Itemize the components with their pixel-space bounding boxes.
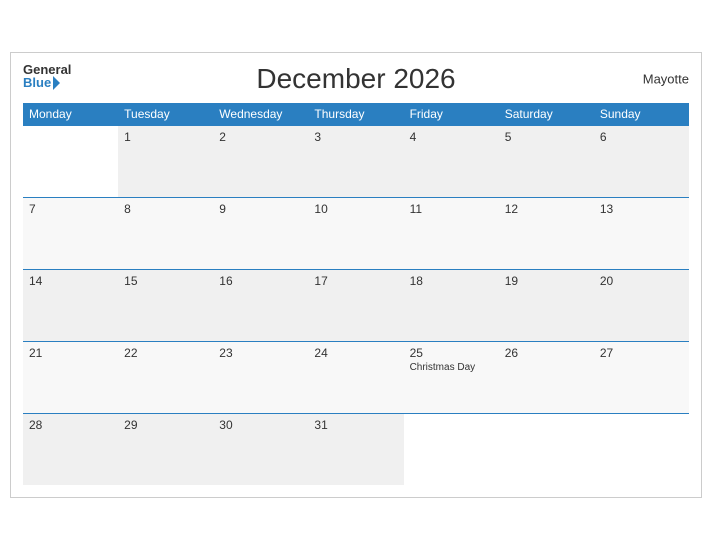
day-number: 5	[505, 130, 588, 144]
calendar-cell	[23, 125, 118, 197]
calendar-wrapper: General Blue December 2026 Mayotte Monda…	[10, 52, 702, 499]
calendar-week-5: 28 29 30 31	[23, 413, 689, 485]
calendar-cell: 2	[213, 125, 308, 197]
header-sunday: Sunday	[594, 103, 689, 126]
calendar-cell: 11	[404, 197, 499, 269]
header-tuesday: Tuesday	[118, 103, 213, 126]
logo-blue-text: Blue	[23, 76, 71, 90]
calendar-week-4: 21 22 23 24 25 Christmas Day 26 27	[23, 341, 689, 413]
header-friday: Friday	[404, 103, 499, 126]
day-number: 11	[410, 202, 493, 216]
calendar-cell: 22	[118, 341, 213, 413]
day-number: 25	[410, 346, 493, 360]
calendar-cell: 3	[308, 125, 403, 197]
day-number: 22	[124, 346, 207, 360]
calendar-week-2: 789 10 11 12 13	[23, 197, 689, 269]
calendar-cell	[404, 413, 499, 485]
calendar-cell: 31	[308, 413, 403, 485]
day-number: 21	[29, 346, 112, 360]
day-number: 7	[29, 202, 112, 216]
calendar-cell: 18	[404, 269, 499, 341]
day-number: 16	[219, 274, 302, 288]
day-number: 26	[505, 346, 588, 360]
day-number: 4	[410, 130, 493, 144]
calendar-cell: 29	[118, 413, 213, 485]
calendar-cell: 26	[499, 341, 594, 413]
day-number: 2	[219, 130, 302, 144]
day-number: 31	[314, 418, 397, 432]
day-number: 10	[314, 202, 397, 216]
calendar-cell: 23	[213, 341, 308, 413]
calendar-grid: Monday Tuesday Wednesday Thursday Friday…	[23, 103, 689, 486]
calendar-cell: 19	[499, 269, 594, 341]
calendar-cell: 25 Christmas Day	[404, 341, 499, 413]
calendar-cell: 20	[594, 269, 689, 341]
day-number: 23	[219, 346, 302, 360]
calendar-cell: 6	[594, 125, 689, 197]
calendar-cell: 14	[23, 269, 118, 341]
calendar-week-3: 14 15 16 17 18 19 20	[23, 269, 689, 341]
calendar-header: General Blue December 2026 Mayotte	[23, 63, 689, 95]
calendar-cell: 28	[23, 413, 118, 485]
day-number: 3	[314, 130, 397, 144]
header-saturday: Saturday	[499, 103, 594, 126]
calendar-cell	[594, 413, 689, 485]
day-number: 6	[600, 130, 683, 144]
calendar-cell: 10	[308, 197, 403, 269]
calendar-cell: 5	[499, 125, 594, 197]
calendar-title: December 2026	[256, 63, 455, 95]
calendar-cell	[499, 413, 594, 485]
day-number: 28	[29, 418, 112, 432]
header-monday: Monday	[23, 103, 118, 126]
calendar-cell: 8	[118, 197, 213, 269]
calendar-cell: 21	[23, 341, 118, 413]
calendar-cell: 9	[213, 197, 308, 269]
day-number: 15	[124, 274, 207, 288]
day-number: 12	[505, 202, 588, 216]
day-number: 27	[600, 346, 683, 360]
day-number: 14	[29, 274, 112, 288]
region-label: Mayotte	[643, 71, 689, 86]
day-number: 18	[410, 274, 493, 288]
calendar-cell: 30	[213, 413, 308, 485]
day-number: 9	[219, 202, 302, 216]
calendar-cell: 27	[594, 341, 689, 413]
day-number: 8	[124, 202, 207, 216]
header-thursday: Thursday	[308, 103, 403, 126]
day-number: 1	[124, 130, 207, 144]
calendar-week-1: 123456	[23, 125, 689, 197]
day-event: Christmas Day	[410, 362, 493, 373]
day-number: 13	[600, 202, 683, 216]
logo-general-text: General	[23, 63, 71, 76]
calendar-cell: 17	[308, 269, 403, 341]
day-number: 29	[124, 418, 207, 432]
calendar-cell: 15	[118, 269, 213, 341]
calendar-cell: 13	[594, 197, 689, 269]
calendar-cell: 12	[499, 197, 594, 269]
logo-triangle-icon	[53, 76, 60, 90]
calendar-cell: 1	[118, 125, 213, 197]
calendar-cell: 24	[308, 341, 403, 413]
calendar-cell: 4	[404, 125, 499, 197]
weekday-header-row: Monday Tuesday Wednesday Thursday Friday…	[23, 103, 689, 126]
day-number: 20	[600, 274, 683, 288]
header-wednesday: Wednesday	[213, 103, 308, 126]
day-number: 24	[314, 346, 397, 360]
day-number: 30	[219, 418, 302, 432]
calendar-cell: 16	[213, 269, 308, 341]
logo: General Blue	[23, 63, 71, 90]
day-number: 19	[505, 274, 588, 288]
calendar-cell: 7	[23, 197, 118, 269]
day-number: 17	[314, 274, 397, 288]
